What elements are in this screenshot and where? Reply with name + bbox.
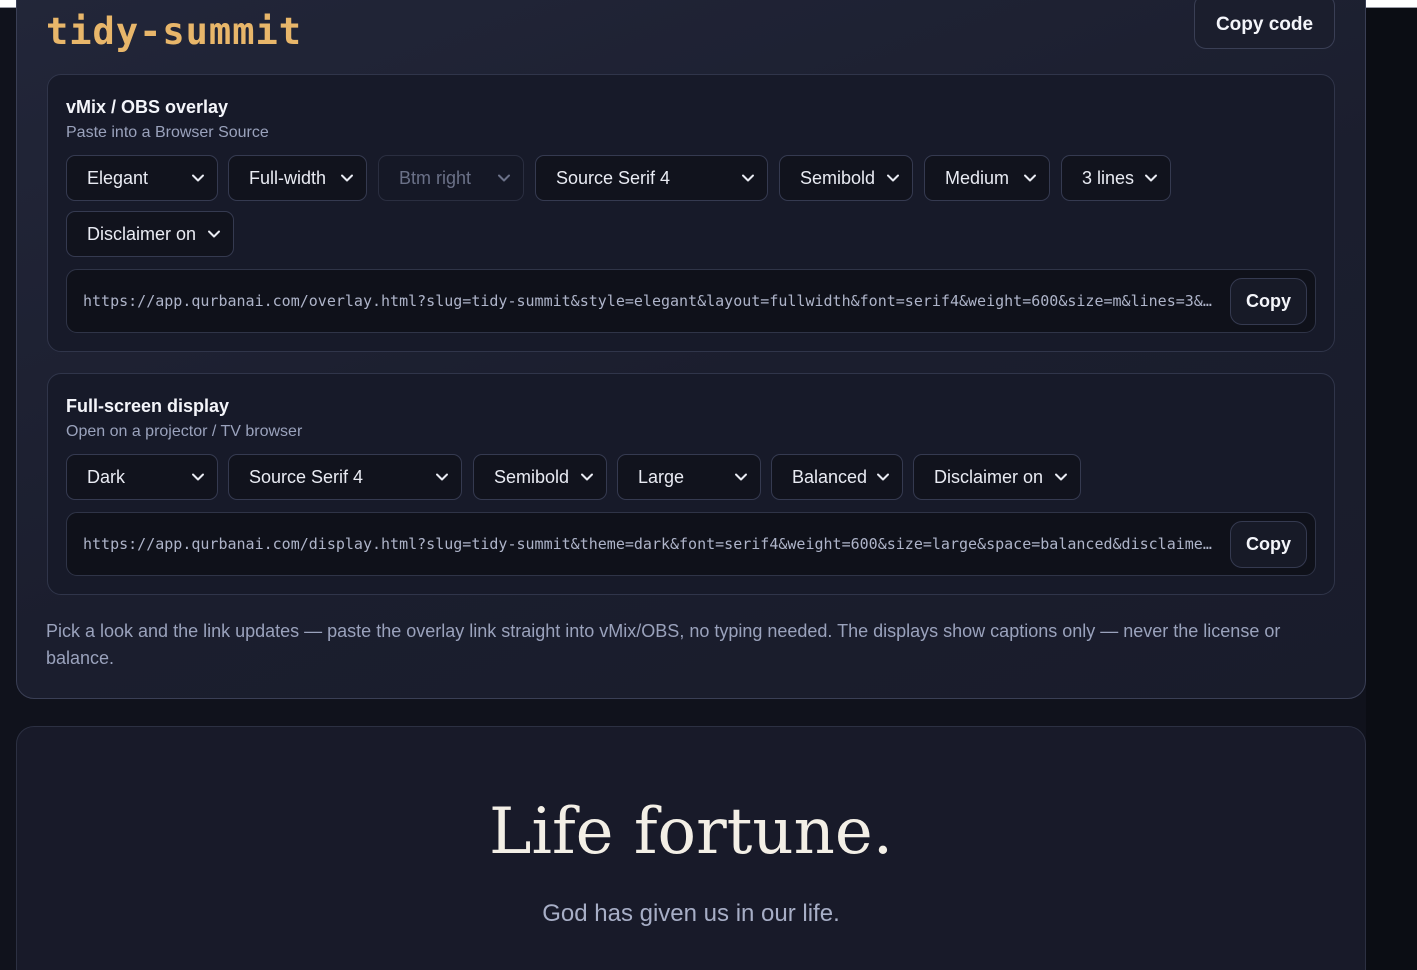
overlay-font-select[interactable]: Source Serif 4 xyxy=(535,155,768,201)
overlay-lines-select[interactable]: 3 lines xyxy=(1061,155,1171,201)
display-panel-title: Full-screen display xyxy=(66,396,230,416)
display-url-field[interactable]: https://app.qurbanai.com/display.html?sl… xyxy=(66,512,1316,576)
overlay-panel-title: vMix / OBS overlay xyxy=(66,97,229,117)
overlay-panel-subtitle: Paste into a Browser Source xyxy=(66,124,269,141)
overlay-disclaimer-value: Disclaimer on xyxy=(87,223,197,244)
display-theme-value: Dark xyxy=(87,466,126,487)
overlay-url-text[interactable]: https://app.qurbanai.com/overlay.html?sl… xyxy=(83,292,1215,310)
chevron-down-icon xyxy=(874,468,892,486)
chevron-down-icon xyxy=(1142,169,1160,187)
overlay-position-select[interactable]: Btm right xyxy=(378,155,524,201)
display-font-value: Source Serif 4 xyxy=(249,466,364,487)
display-disclaimer-value: Disclaimer on xyxy=(934,466,1044,487)
event-slug: tidy-summit xyxy=(46,10,303,53)
display-theme-select[interactable]: Dark xyxy=(66,454,218,500)
display-font-select[interactable]: Source Serif 4 xyxy=(228,454,462,500)
chevron-down-icon xyxy=(1052,468,1070,486)
display-weight-select[interactable]: Semibold xyxy=(473,454,607,500)
chevron-down-icon xyxy=(433,468,451,486)
overlay-style-select[interactable]: Elegant xyxy=(66,155,218,201)
overlay-position-value: Btm right xyxy=(399,167,472,188)
overlay-lines-value: 3 lines xyxy=(1082,167,1135,188)
preview-subquote: God has given us in our life. xyxy=(542,900,840,927)
chevron-down-icon xyxy=(189,169,207,187)
display-panel: Full-screen display Open on a projector … xyxy=(47,373,1335,595)
chevron-down-icon xyxy=(1021,169,1039,187)
help-note: Pick a look and the link updates — paste… xyxy=(46,621,1281,668)
overlay-panel: vMix / OBS overlay Paste into a Browser … xyxy=(47,74,1335,352)
display-spacing-value: Balanced xyxy=(792,466,868,487)
overlay-weight-value: Semibold xyxy=(800,167,876,188)
chevron-down-icon xyxy=(739,169,757,187)
display-weight-value: Semibold xyxy=(494,466,570,487)
chevron-down-icon xyxy=(884,169,902,187)
display-copy-button[interactable]: Copy xyxy=(1230,521,1307,568)
overlay-layout-value: Full-width xyxy=(249,167,327,188)
display-panel-subtitle: Open on a projector / TV browser xyxy=(66,423,303,440)
display-size-select[interactable]: Large xyxy=(617,454,761,500)
chevron-down-icon xyxy=(578,468,596,486)
display-spacing-select[interactable]: Balanced xyxy=(771,454,903,500)
preview-quote: Life fortune. xyxy=(488,795,894,869)
copy-code-button[interactable]: Copy code xyxy=(1194,0,1335,49)
display-size-value: Large xyxy=(638,466,685,487)
display-disclaimer-select[interactable]: Disclaimer on xyxy=(913,454,1081,500)
overlay-disclaimer-select[interactable]: Disclaimer on xyxy=(66,211,234,257)
chevron-down-icon xyxy=(205,225,223,243)
overlay-size-value: Medium xyxy=(945,167,1010,188)
overlay-size-select[interactable]: Medium xyxy=(924,155,1050,201)
overlay-copy-button[interactable]: Copy xyxy=(1230,278,1307,325)
display-url-text[interactable]: https://app.qurbanai.com/display.html?sl… xyxy=(83,535,1215,553)
chevron-down-icon xyxy=(495,169,513,187)
overlay-url-field[interactable]: https://app.qurbanai.com/overlay.html?sl… xyxy=(66,269,1316,333)
overlay-font-value: Source Serif 4 xyxy=(556,167,671,188)
overlay-layout-select[interactable]: Full-width xyxy=(228,155,367,201)
overlay-weight-select[interactable]: Semibold xyxy=(779,155,913,201)
chevron-down-icon xyxy=(189,468,207,486)
chevron-down-icon xyxy=(732,468,750,486)
chevron-down-icon xyxy=(338,169,356,187)
overlay-style-value: Elegant xyxy=(87,167,149,188)
